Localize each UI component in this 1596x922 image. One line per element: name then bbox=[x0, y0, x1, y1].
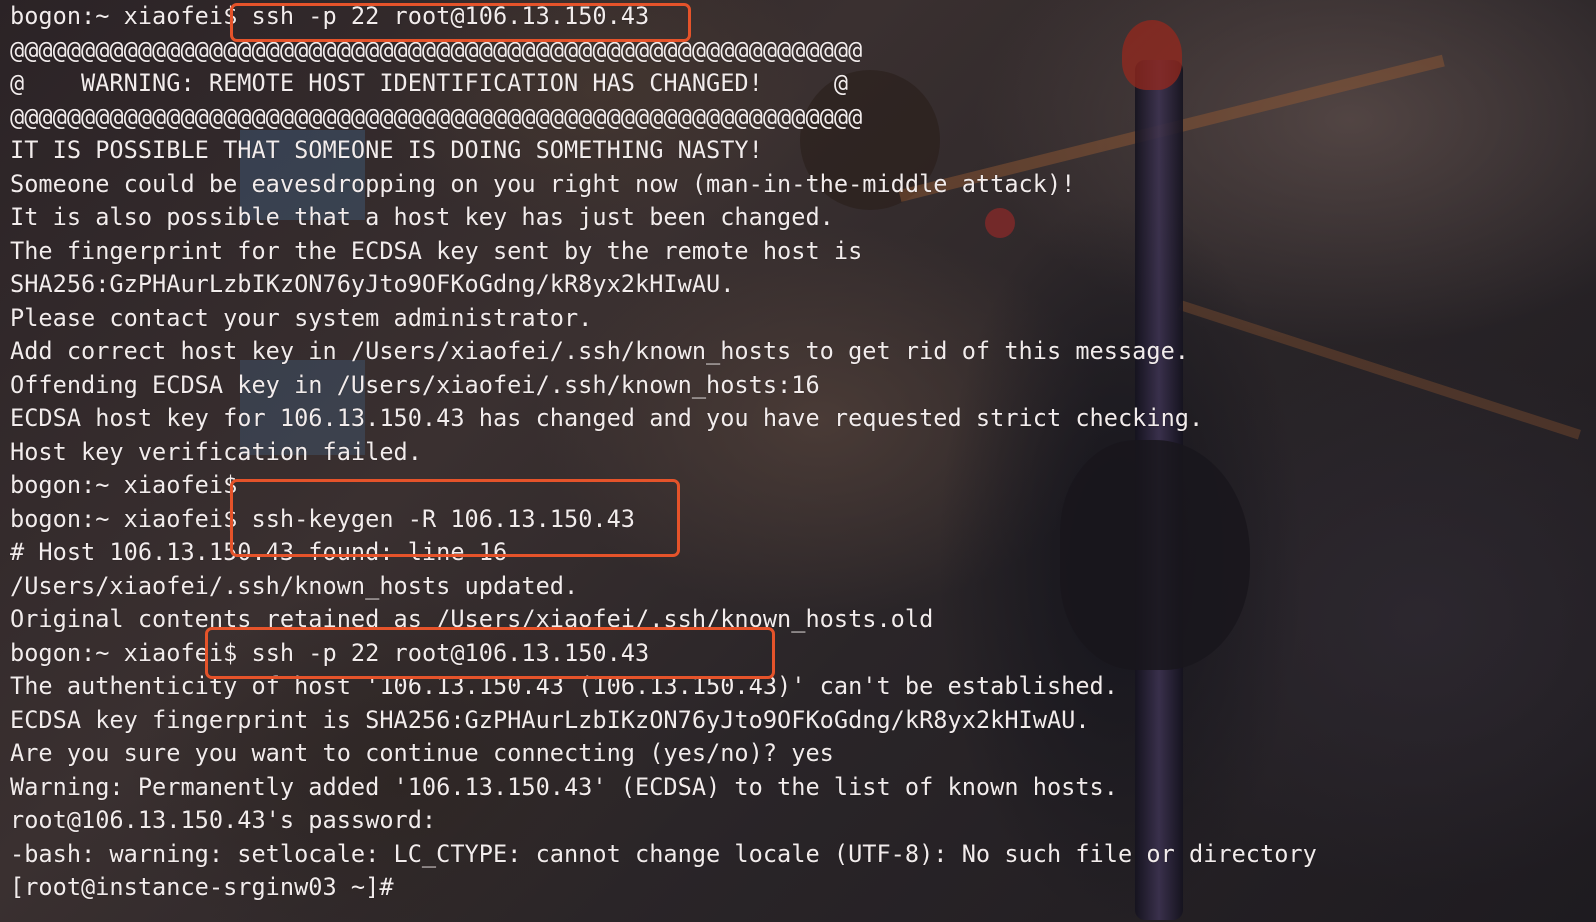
terminal-line: ECDSA key fingerprint is SHA256:GzPHAurL… bbox=[10, 705, 1090, 734]
annotation-box-ssh-command bbox=[230, 3, 691, 42]
terminal-line: Host key verification failed. bbox=[10, 437, 422, 466]
terminal-line: @ WARNING: REMOTE HOST IDENTIFICATION HA… bbox=[10, 69, 849, 97]
terminal-line: @@@@@@@@@@@@@@@@@@@@@@@@@@@@@@@@@@@@@@@@… bbox=[10, 102, 863, 131]
shell-prompt: bogon:~ xiaofei$ bbox=[10, 2, 252, 30]
terminal-line: ECDSA host key for 106.13.150.43 has cha… bbox=[10, 404, 1204, 432]
terminal-line: Someone could be eavesdropping on you ri… bbox=[10, 169, 1076, 198]
annotation-box-ssh-retry-command bbox=[205, 627, 775, 679]
terminal-line: SHA256:GzPHAurLzbIKzON76yJto9OFKoGdng/kR… bbox=[10, 270, 735, 298]
terminal-line: Are you sure you want to continue connec… bbox=[10, 739, 834, 767]
terminal-line: -bash: warning: setlocale: LC_CTYPE: can… bbox=[10, 839, 1317, 868]
shell-prompt: bogon:~ xiaofei$ bbox=[10, 471, 252, 499]
terminal-line: The fingerprint for the ECDSA key sent b… bbox=[10, 236, 863, 265]
terminal-line-prompt: [root@instance-srginw03 ~]# bbox=[10, 871, 1317, 905]
terminal-line: /Users/xiaofei/.ssh/known_hosts updated. bbox=[10, 571, 579, 600]
shell-prompt: [root@instance-srginw03 ~]# bbox=[10, 873, 408, 901]
terminal-line: Warning: Permanently added '106.13.150.4… bbox=[10, 772, 1118, 801]
terminal-output[interactable]: bogon:~ xiaofei$ ssh -p 22 root@106.13.1… bbox=[10, 0, 1317, 905]
terminal-line: Add correct host key in /Users/xiaofei/.… bbox=[10, 337, 1189, 365]
terminal-line: IT IS POSSIBLE THAT SOMEONE IS DOING SOM… bbox=[10, 136, 763, 164]
terminal-line: root@106.13.150.43's password: bbox=[10, 806, 437, 834]
terminal-line: Please contact your system administrator… bbox=[10, 303, 593, 332]
terminal-line: Offending ECDSA key in /Users/xiaofei/.s… bbox=[10, 370, 820, 399]
terminal-window[interactable]: bogon:~ xiaofei$ ssh -p 22 root@106.13.1… bbox=[0, 0, 1596, 922]
shell-prompt: bogon:~ xiaofei$ bbox=[10, 504, 252, 533]
annotation-box-keygen-command bbox=[230, 479, 680, 557]
terminal-line: It is also possible that a host key has … bbox=[10, 203, 834, 231]
